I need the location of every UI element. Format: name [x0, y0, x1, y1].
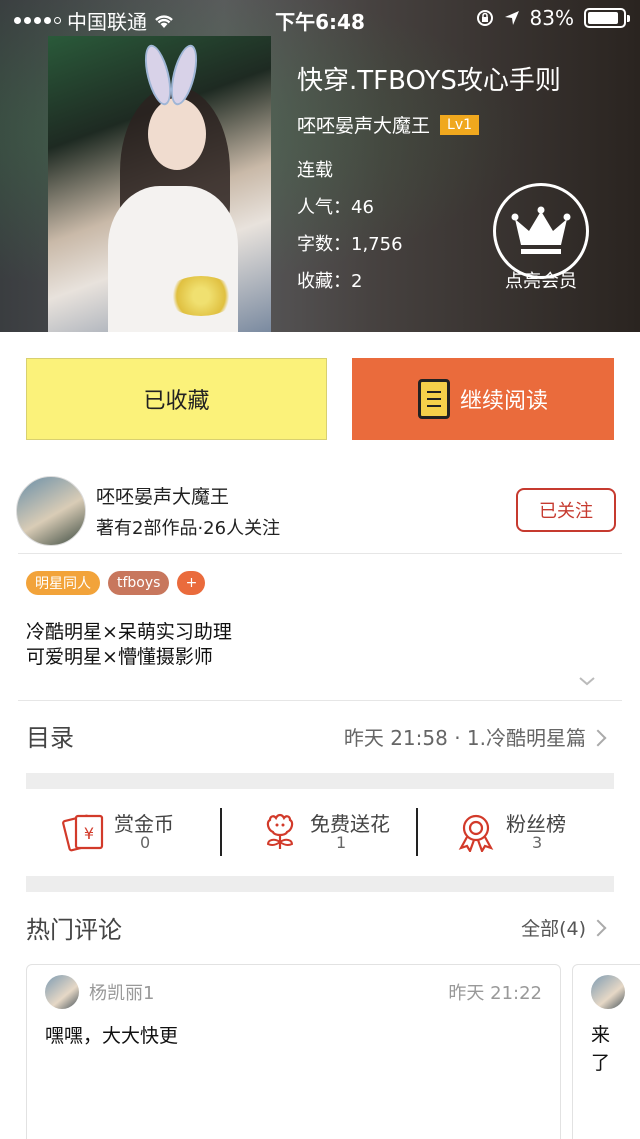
tag-item[interactable]: tfboys [108, 571, 170, 595]
follow-button[interactable]: 已关注 [516, 488, 616, 532]
description-line: 可爱明星×懵懂摄影师 [26, 646, 213, 668]
vip-button[interactable]: 点亮会员 [493, 183, 589, 293]
comment-time: 昨天 21:22 [448, 983, 542, 1004]
vip-label: 点亮会员 [505, 271, 577, 292]
favorited-label: 已收藏 [143, 389, 210, 414]
table-of-contents-row[interactable]: 目录 昨天 21:58 · 1.冷酷明星篇 [26, 718, 614, 758]
toc-label: 目录 [26, 724, 74, 752]
author-avatar[interactable] [16, 476, 86, 546]
battery-icon [584, 8, 630, 28]
location-icon [504, 11, 519, 25]
book-icon [417, 379, 450, 419]
status-right: 83% [476, 6, 630, 30]
author-level-badge: Lv1 [440, 114, 480, 135]
commenter-name[interactable]: 杨凯丽1 [89, 979, 154, 1005]
book-cover-image[interactable] [48, 36, 271, 332]
reward-coin-button[interactable]: ¥ 赏金币 0 [26, 800, 222, 860]
book-hero: 中国联通 下午6:48 83% 快穿.TFBOYS攻心手则 呸呸晏声大魔王 Lv… [0, 0, 640, 332]
battery-percent: 83% [529, 6, 574, 30]
section-separator [26, 876, 614, 892]
hot-comments-header: 热门评论 全部(4) [26, 908, 614, 948]
continue-reading-label: 继续阅读 [459, 389, 548, 414]
comment-text: 嘿嘿，大大快更 [45, 1025, 179, 1047]
favorited-button[interactable]: 已收藏 [26, 358, 327, 440]
chevron-right-icon [589, 919, 607, 937]
book-author-row[interactable]: 呸呸晏声大魔王 Lv1 [297, 111, 561, 138]
crown-icon [493, 183, 589, 279]
author-name[interactable]: 呸呸晏声大魔王 [96, 482, 229, 509]
reward-actions: ¥ 赏金币 0 免费送花 1 粉丝榜 3 [26, 800, 614, 860]
hot-comments-label: 热门评论 [26, 916, 122, 944]
commenter-avatar[interactable] [45, 975, 79, 1009]
tag-list: 明星同人 tfboys + [26, 571, 206, 595]
send-flower-button[interactable]: 免费送花 1 [222, 800, 418, 860]
divider [18, 553, 622, 554]
comment-card[interactable]: 杨凯丽1 昨天 21:22 嘿嘿，大大快更 [26, 964, 561, 1139]
book-author[interactable]: 呸呸晏声大魔王 [297, 111, 430, 138]
fan-ranking-button[interactable]: 粉丝榜 3 [418, 800, 614, 860]
comment-card[interactable]: 来了 [572, 964, 640, 1139]
author-stats: 著有2部作品·26人关注 [96, 518, 281, 539]
add-tag-button[interactable]: + [177, 571, 206, 595]
fan-ranking-count: 3 [532, 833, 543, 852]
send-flower-label: 免费送花 [310, 812, 390, 836]
flower-icon [266, 813, 294, 849]
status-bar: 中国联通 下午6:48 83% [0, 0, 640, 36]
book-description: 冷酷明星×呆萌实习助理 可爱明星×懵懂摄影师 [26, 620, 232, 670]
primary-actions: 已收藏 继续阅读 [26, 358, 614, 440]
orientation-lock-icon [476, 10, 493, 26]
author-card[interactable]: 呸呸晏声大魔王 著有2部作品·26人关注 已关注 [16, 476, 624, 554]
continue-reading-button[interactable]: 继续阅读 [352, 358, 614, 440]
section-separator [26, 773, 614, 789]
send-flower-count: 1 [336, 833, 347, 852]
divider [18, 700, 622, 701]
book-title: 快穿.TFBOYS攻心手则 [297, 66, 561, 96]
book-status: 连载 [297, 160, 333, 181]
comment-text: 来了 [591, 1024, 611, 1074]
all-comments-link[interactable]: 全部(4) [521, 914, 586, 941]
svg-text:¥: ¥ [84, 824, 94, 843]
commenter-avatar[interactable] [591, 975, 625, 1009]
tag-item[interactable]: 明星同人 [26, 571, 100, 595]
chevron-down-icon[interactable] [578, 672, 596, 690]
toc-latest-chapter[interactable]: 昨天 21:58 · 1.冷酷明星篇 [344, 722, 586, 751]
description-line: 冷酷明星×呆萌实习助理 [26, 621, 232, 643]
coin-envelope-icon: ¥ [62, 814, 104, 852]
reward-coin-count: 0 [140, 833, 151, 852]
chevron-right-icon [589, 729, 607, 747]
medal-icon [458, 814, 494, 852]
